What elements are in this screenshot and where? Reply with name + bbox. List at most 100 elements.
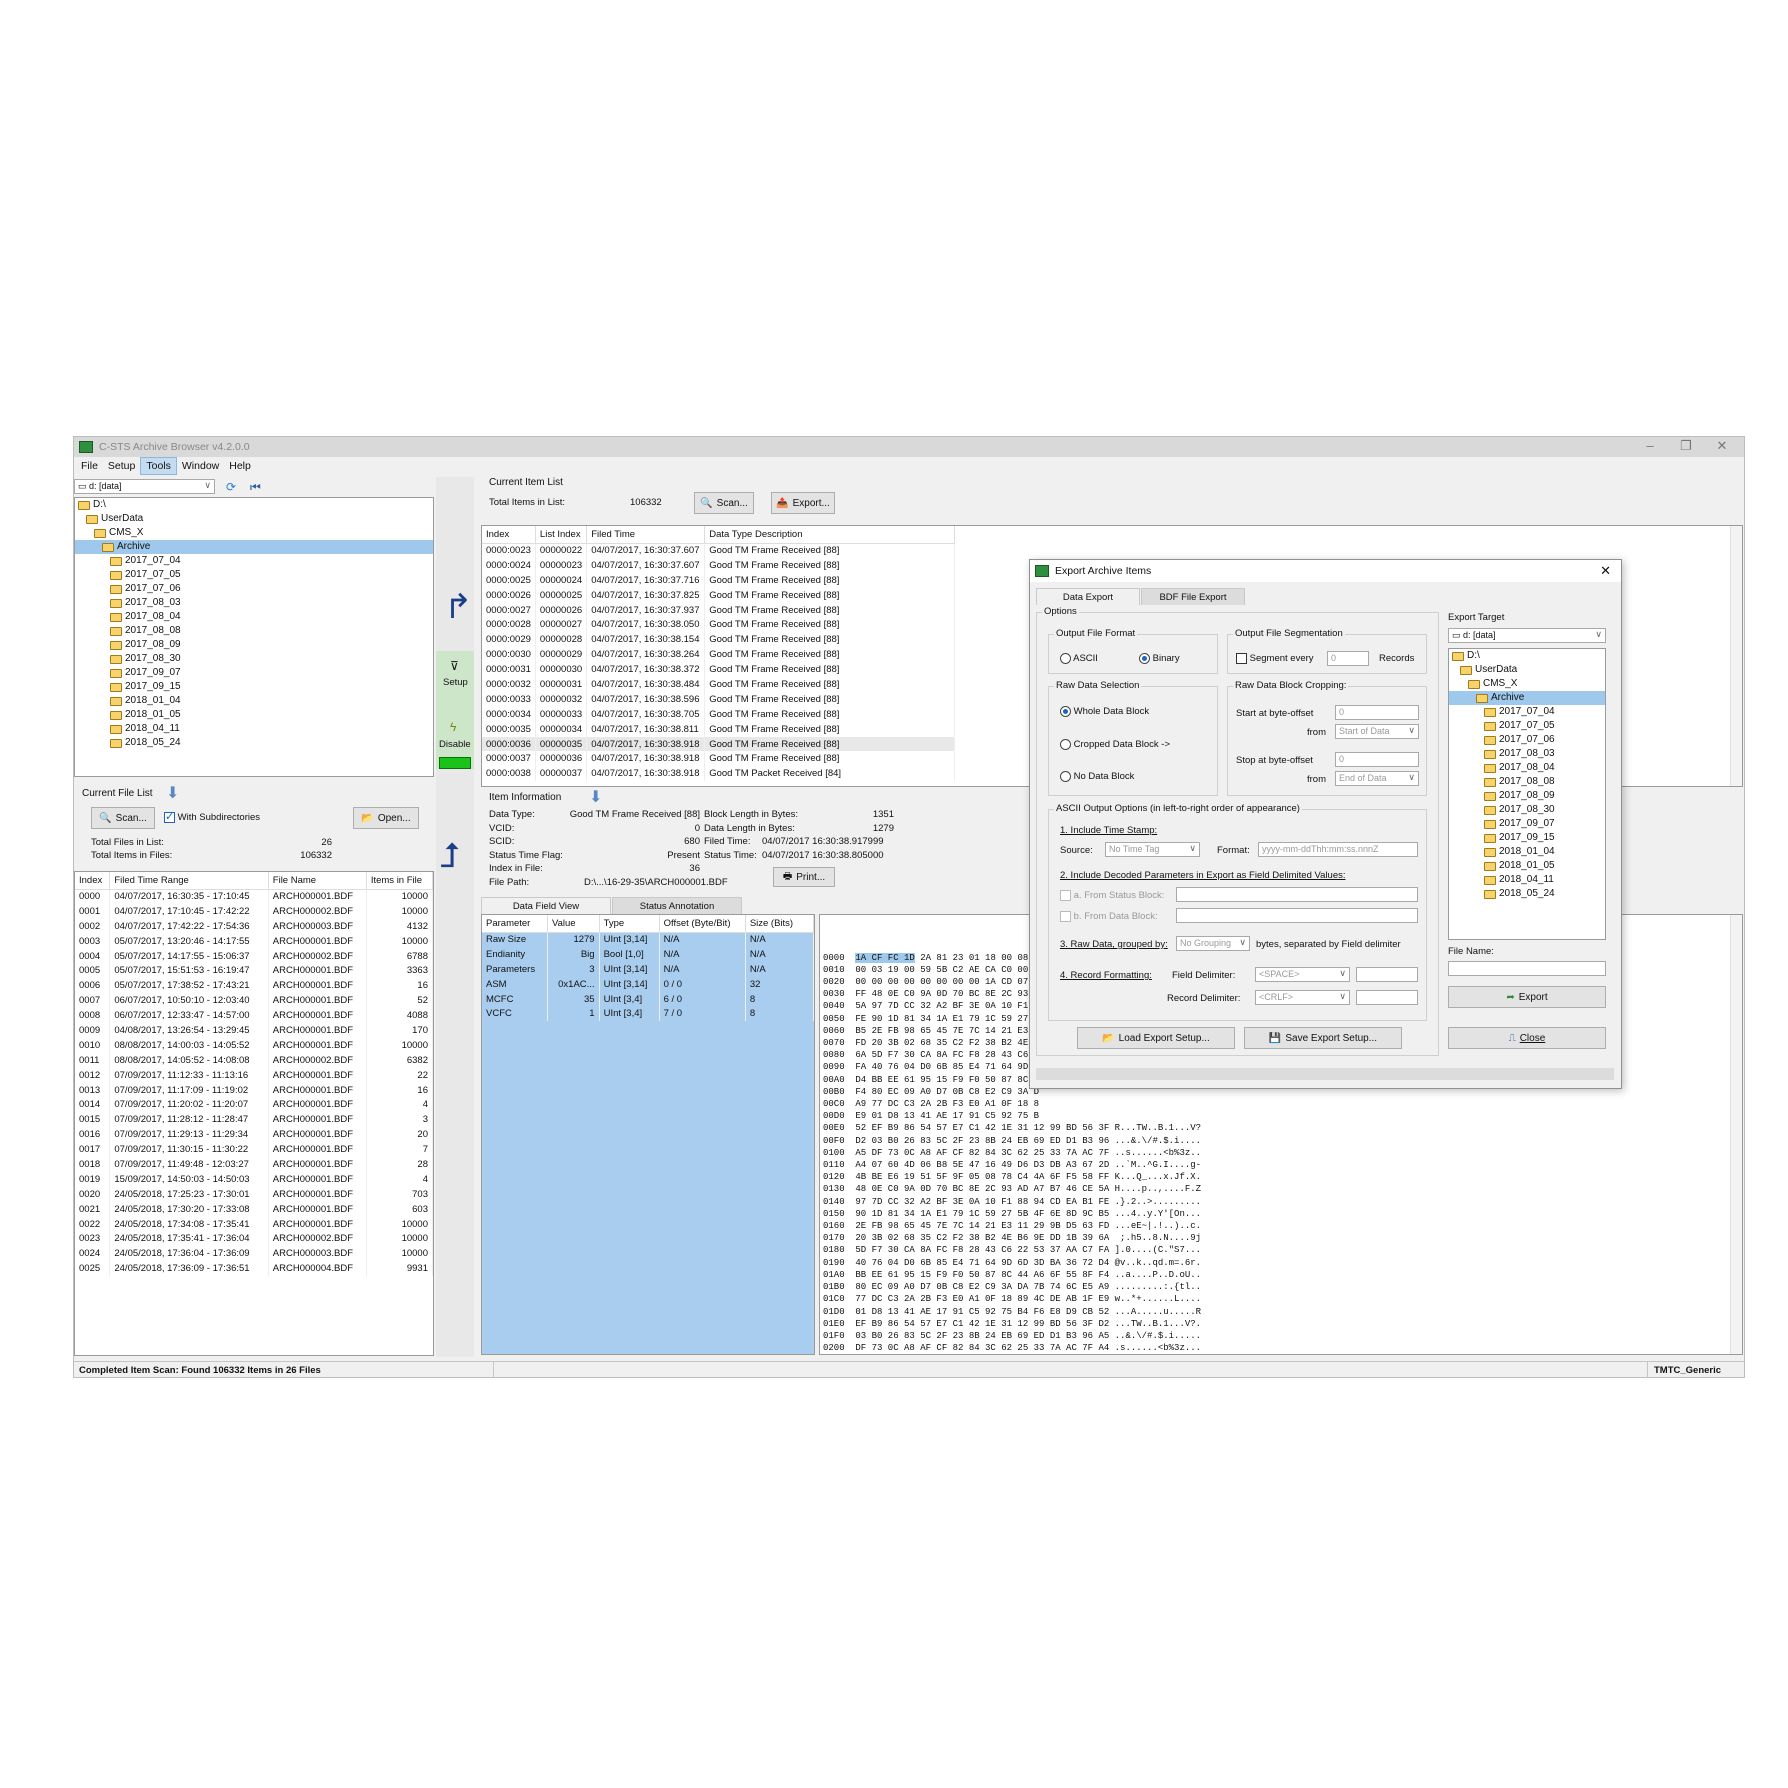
table-row[interactable]: 0015 07/09/2017, 11:28:12 - 11:28:47 ARCH0… <box>75 1112 433 1128</box>
data-block-checkbox[interactable]: b. From Data Block: <box>1060 911 1158 922</box>
column-header[interactable]: File Name <box>268 872 367 890</box>
segment-checkbox[interactable]: Segment every <box>1236 653 1314 664</box>
hex-scrollbar[interactable] <box>1730 915 1742 1354</box>
minimize-button[interactable]: – <box>1632 438 1668 453</box>
file-scan-button[interactable]: 🔍 Scan... <box>91 807 155 829</box>
file-name-input[interactable] <box>1448 961 1606 976</box>
save-setup-button[interactable]: 💾 Save Export Setup... <box>1244 1027 1402 1049</box>
table-row[interactable]: 0000:0028 00000027 04/07/2017, 16:30:38.05… <box>482 617 956 633</box>
menu-window[interactable]: Window <box>177 458 224 474</box>
table-row[interactable]: 0003 05/07/2017, 13:20:46 - 14:17:55 ARCH0… <box>75 933 433 949</box>
tree-node[interactable]: 2017_08_03 <box>1449 747 1605 761</box>
tree-node[interactable]: 2018_04_11 <box>75 722 433 736</box>
tree-node[interactable]: 2017_08_30 <box>1449 803 1605 817</box>
table-row[interactable]: 0000:0024 00000023 04/07/2017, 16:30:37.60… <box>482 557 956 573</box>
tree-node[interactable]: 2018_01_05 <box>75 708 433 722</box>
column-header[interactable]: List Index <box>535 526 588 544</box>
tree-node[interactable]: 2017_07_04 <box>75 554 433 568</box>
export-button[interactable]: ➦ Export <box>1448 986 1606 1008</box>
table-row[interactable]: 0000:0037 00000036 04/07/2017, 16:30:38.91… <box>482 751 956 767</box>
column-header[interactable]: Value <box>547 915 600 933</box>
table-row[interactable]: 0000:0031 00000030 04/07/2017, 16:30:38.37… <box>482 662 956 678</box>
tree-node[interactable]: 2018_01_04 <box>75 694 433 708</box>
table-row[interactable]: 0009 04/08/2017, 13:26:54 - 13:29:45 ARCH0… <box>75 1023 433 1038</box>
table-row[interactable]: ASM 0x1AC... UInt [3,14] 0 / 0 32 <box>482 976 814 992</box>
tree-node[interactable]: 2017_08_30 <box>75 652 433 666</box>
open-button[interactable]: 📂 Open... <box>353 807 419 829</box>
dialog-close-icon[interactable]: ✕ <box>1600 563 1611 579</box>
tree-node[interactable]: 2017_08_08 <box>75 624 433 638</box>
tree-node[interactable]: 2017_08_04 <box>75 610 433 624</box>
table-row[interactable]: 0007 06/07/2017, 10:50:10 - 12:03:40 ARCH0… <box>75 993 433 1009</box>
tree-node[interactable]: Archive <box>75 540 433 554</box>
table-row[interactable]: 0006 05/07/2017, 17:38:52 - 17:43:21 ARCH0… <box>75 978 433 994</box>
column-header[interactable]: Parameter <box>482 915 548 933</box>
export-arrow-icon[interactable]: ↱ <box>444 587 473 627</box>
table-row[interactable]: 0024 24/05/2018, 17:36:04 - 17:36:09 ARCH0… <box>75 1246 433 1262</box>
status-block-checkbox[interactable]: a. From Status Block: <box>1060 890 1164 901</box>
tree-node[interactable]: 2017_08_09 <box>75 638 433 652</box>
item-export-button[interactable]: 📤 Export... <box>771 492 835 514</box>
no-block-radio[interactable]: No Data Block <box>1060 771 1134 782</box>
table-row[interactable]: 0019 15/09/2017, 14:50:03 - 14:50:03 ARCH0… <box>75 1171 433 1187</box>
tree-node[interactable]: UserData <box>75 512 433 526</box>
tree-node[interactable]: 2017_07_05 <box>1449 719 1605 733</box>
tree-node[interactable]: D:\ <box>1449 649 1605 663</box>
column-header[interactable]: Offset (Byte/Bit) <box>659 915 746 933</box>
import-arrow-icon[interactable]: ⮥ <box>440 837 460 876</box>
print-button[interactable]: 🖶 Print... <box>773 867 835 887</box>
table-row[interactable]: 0023 24/05/2018, 17:35:41 - 17:36:04 ARCH0… <box>75 1231 433 1247</box>
stop-offset-input[interactable]: 0 <box>1335 752 1419 767</box>
table-row[interactable]: 0000 04/07/2017, 16:30:35 - 17:10:45 ARCH0… <box>75 889 433 904</box>
table-row[interactable]: 0000:0036 00000035 04/07/2017, 16:30:38.91… <box>482 736 956 752</box>
tree-node[interactable]: 2017_09_07 <box>1449 817 1605 831</box>
tree-node[interactable]: 2017_09_07 <box>75 666 433 680</box>
menu-tools[interactable]: Tools <box>140 457 177 475</box>
table-row[interactable]: 0000:0034 00000033 04/07/2017, 16:30:38.70… <box>482 706 956 722</box>
load-setup-button[interactable]: 📂 Load Export Setup... <box>1077 1027 1235 1049</box>
go-first-icon[interactable]: ⏮ <box>250 480 261 495</box>
tab-status-annotation[interactable]: Status Annotation <box>612 897 742 914</box>
cropped-block-radio[interactable]: Cropped Data Block -> <box>1060 739 1170 750</box>
tree-node[interactable]: 2017_07_06 <box>75 582 433 596</box>
tree-node[interactable]: CMS_X <box>75 526 433 540</box>
filter-icon[interactable]: ⊽ <box>450 659 459 673</box>
table-row[interactable]: 0001 04/07/2017, 17:10:45 - 17:42:22 ARCH0… <box>75 903 433 919</box>
source-select[interactable]: No Time Tag <box>1105 842 1200 857</box>
table-row[interactable]: Raw Size 1279 UInt [3,14] N/A N/A <box>482 932 814 947</box>
record-delimiter-input[interactable] <box>1356 990 1418 1005</box>
tree-node[interactable]: 2017_08_08 <box>1449 775 1605 789</box>
tree-node[interactable]: 2017_07_04 <box>1449 705 1605 719</box>
table-row[interactable]: 0000:0033 00000032 04/07/2017, 16:30:38.59… <box>482 691 956 707</box>
table-row[interactable]: 0000:0038 00000037 04/07/2017, 16:30:38.91… <box>482 766 956 782</box>
column-header[interactable]: Type <box>599 915 660 933</box>
table-row[interactable]: 0000:0030 00000029 04/07/2017, 16:30:38.26… <box>482 647 956 663</box>
status-block-input[interactable] <box>1176 887 1418 902</box>
tree-node[interactable]: CMS_X <box>1449 677 1605 691</box>
ascii-radio[interactable]: ASCII <box>1060 653 1098 664</box>
table-row[interactable]: 0012 07/09/2017, 11:12:33 - 11:13:16 ARCH0… <box>75 1067 433 1083</box>
start-from-select[interactable]: Start of Data <box>1335 724 1419 739</box>
table-row[interactable]: 0000:0035 00000034 04/07/2017, 16:30:38.81… <box>482 721 956 737</box>
table-row[interactable]: 0022 24/05/2018, 17:34:08 - 17:35:41 ARCH0… <box>75 1216 433 1232</box>
data-block-input[interactable] <box>1176 908 1418 923</box>
menu-file[interactable]: File <box>76 458 103 474</box>
table-row[interactable]: 0000:0029 00000028 04/07/2017, 16:30:38.15… <box>482 632 956 648</box>
table-row[interactable]: 0011 08/08/2017, 14:05:52 - 14:08:08 ARCH0… <box>75 1052 433 1068</box>
lightning-icon[interactable]: ϟ <box>450 720 456 734</box>
table-row[interactable]: 0020 24/05/2018, 17:25:23 - 17:30:01 ARCH0… <box>75 1186 433 1202</box>
column-header[interactable]: Items in File <box>366 872 433 890</box>
disable-button[interactable]: Disable <box>439 739 471 750</box>
table-row[interactable]: Endianity Big Bool [1,0] N/A N/A <box>482 946 814 962</box>
segment-input[interactable]: 0 <box>1327 651 1369 666</box>
tree-node[interactable]: 2017_09_15 <box>1449 831 1605 845</box>
column-header[interactable]: Index <box>482 526 536 544</box>
close-dialog-button[interactable]: ⎍ Close <box>1448 1027 1606 1049</box>
column-header[interactable]: Size (Bits) <box>745 915 814 933</box>
table-row[interactable]: Parameters 3 UInt [3,14] N/A N/A <box>482 961 814 977</box>
tab-bdf-file-export[interactable]: BDF File Export <box>1141 588 1245 605</box>
table-row[interactable]: 0018 07/09/2017, 11:49:48 - 12:03:27 ARCH0… <box>75 1157 433 1172</box>
table-row[interactable]: 0004 05/07/2017, 14:17:55 - 15:06:37 ARCH0… <box>75 948 433 964</box>
tree-node[interactable]: 2018_04_11 <box>1449 873 1605 887</box>
column-header[interactable]: Index <box>75 872 111 890</box>
